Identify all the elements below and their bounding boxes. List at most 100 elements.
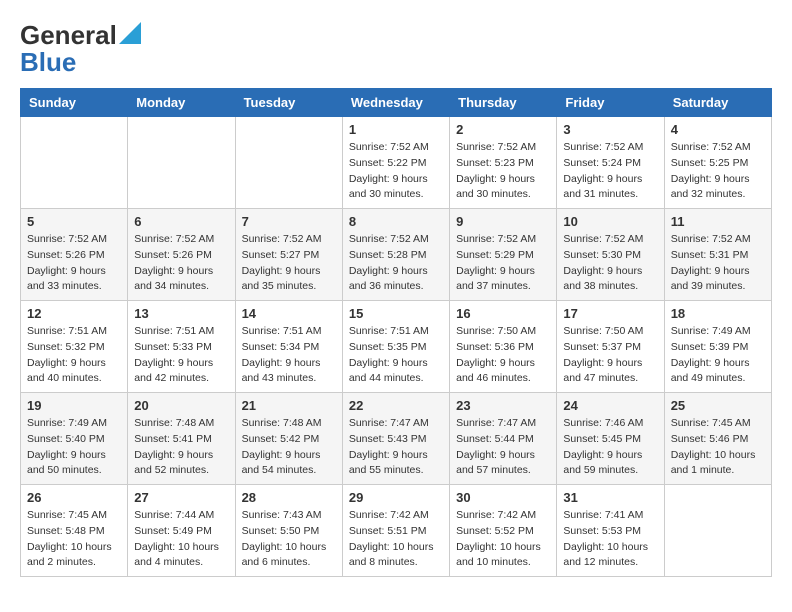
cell-content: Sunrise: 7:46 AMSunset: 5:45 PMDaylight:… [563,416,657,479]
cell-content: Sunrise: 7:51 AMSunset: 5:33 PMDaylight:… [134,324,228,387]
calendar-cell: 26 Sunrise: 7:45 AMSunset: 5:48 PMDayligh… [21,485,128,577]
cell-content: Sunrise: 7:52 AMSunset: 5:27 PMDaylight:… [242,232,336,295]
day-number: 7 [242,214,336,229]
cell-content: Sunrise: 7:47 AMSunset: 5:43 PMDaylight:… [349,416,443,479]
day-number: 8 [349,214,443,229]
day-number: 19 [27,398,121,413]
calendar-cell: 14 Sunrise: 7:51 AMSunset: 5:34 PMDayligh… [235,301,342,393]
header-row: SundayMondayTuesdayWednesdayThursdayFrid… [21,89,772,117]
cell-content: Sunrise: 7:50 AMSunset: 5:37 PMDaylight:… [563,324,657,387]
day-number: 4 [671,122,765,137]
calendar-cell [235,117,342,209]
calendar-week-row: 19 Sunrise: 7:49 AMSunset: 5:40 PMDayligh… [21,393,772,485]
cell-content: Sunrise: 7:47 AMSunset: 5:44 PMDaylight:… [456,416,550,479]
calendar-cell: 10Sunrise: 7:52 AMSunset: 5:30 PMDayligh… [557,209,664,301]
page-header: General Blue [20,20,772,78]
calendar-cell: 5Sunrise: 7:52 AMSunset: 5:26 PMDaylight… [21,209,128,301]
day-number: 31 [563,490,657,505]
cell-content: Sunrise: 7:45 AMSunset: 5:46 PMDaylight:… [671,416,765,479]
calendar-cell: 21 Sunrise: 7:48 AMSunset: 5:42 PMDayligh… [235,393,342,485]
logo-icon [119,22,141,44]
day-number: 13 [134,306,228,321]
day-number: 26 [27,490,121,505]
cell-content: Sunrise: 7:45 AMSunset: 5:48 PMDaylight:… [27,508,121,571]
weekday-header: Wednesday [342,89,449,117]
calendar-cell: 23Sunrise: 7:47 AMSunset: 5:44 PMDayligh… [450,393,557,485]
calendar-week-row: 12 Sunrise: 7:51 AMSunset: 5:32 PMDayligh… [21,301,772,393]
day-number: 28 [242,490,336,505]
logo-blue: Blue [20,47,76,78]
calendar-cell: 30 Sunrise: 7:42 AMSunset: 5:52 PMDayligh… [450,485,557,577]
cell-content: Sunrise: 7:51 AMSunset: 5:34 PMDaylight:… [242,324,336,387]
day-number: 15 [349,306,443,321]
day-number: 14 [242,306,336,321]
cell-content: Sunrise: 7:48 AMSunset: 5:41 PMDaylight:… [134,416,228,479]
cell-content: Sunrise: 7:51 AMSunset: 5:35 PMDaylight:… [349,324,443,387]
calendar-cell: 13 Sunrise: 7:51 AMSunset: 5:33 PMDayligh… [128,301,235,393]
calendar-cell: 22 Sunrise: 7:47 AMSunset: 5:43 PMDayligh… [342,393,449,485]
calendar-cell: 20 Sunrise: 7:48 AMSunset: 5:41 PMDayligh… [128,393,235,485]
cell-content: Sunrise: 7:49 AMSunset: 5:40 PMDaylight:… [27,416,121,479]
cell-content: Sunrise: 7:51 AMSunset: 5:32 PMDaylight:… [27,324,121,387]
calendar-cell: 17 Sunrise: 7:50 AMSunset: 5:37 PMDayligh… [557,301,664,393]
day-number: 29 [349,490,443,505]
calendar-cell: 2 Sunrise: 7:52 AMSunset: 5:23 PMDaylight… [450,117,557,209]
calendar-cell: 6 Sunrise: 7:52 AMSunset: 5:26 PMDaylight… [128,209,235,301]
cell-content: Sunrise: 7:43 AMSunset: 5:50 PMDaylight:… [242,508,336,571]
calendar-cell: 19 Sunrise: 7:49 AMSunset: 5:40 PMDayligh… [21,393,128,485]
calendar-week-row: 1 Sunrise: 7:52 AMSunset: 5:22 PMDaylight… [21,117,772,209]
day-number: 16 [456,306,550,321]
calendar-cell: 25 Sunrise: 7:45 AMSunset: 5:46 PMDayligh… [664,393,771,485]
calendar-cell: 8Sunrise: 7:52 AMSunset: 5:28 PMDaylight… [342,209,449,301]
day-number: 24 [563,398,657,413]
cell-content: Sunrise: 7:42 AMSunset: 5:51 PMDaylight:… [349,508,443,571]
day-number: 3 [563,122,657,137]
calendar-cell: 18Sunrise: 7:49 AMSunset: 5:39 PMDayligh… [664,301,771,393]
calendar-cell: 11 Sunrise: 7:52 AMSunset: 5:31 PMDayligh… [664,209,771,301]
calendar-cell: 7 Sunrise: 7:52 AMSunset: 5:27 PMDaylight… [235,209,342,301]
weekday-header: Saturday [664,89,771,117]
day-number: 10 [563,214,657,229]
calendar-cell: 12 Sunrise: 7:51 AMSunset: 5:32 PMDayligh… [21,301,128,393]
day-number: 20 [134,398,228,413]
day-number: 22 [349,398,443,413]
day-number: 1 [349,122,443,137]
calendar-cell: 29 Sunrise: 7:42 AMSunset: 5:51 PMDayligh… [342,485,449,577]
calendar-cell: 9Sunrise: 7:52 AMSunset: 5:29 PMDaylight… [450,209,557,301]
weekday-header: Tuesday [235,89,342,117]
cell-content: Sunrise: 7:52 AMSunset: 5:26 PMDaylight:… [134,232,228,295]
calendar-cell [128,117,235,209]
calendar-cell: 16 Sunrise: 7:50 AMSunset: 5:36 PMDayligh… [450,301,557,393]
day-number: 30 [456,490,550,505]
day-number: 17 [563,306,657,321]
calendar-cell [664,485,771,577]
cell-content: Sunrise: 7:52 AMSunset: 5:22 PMDaylight:… [349,140,443,203]
day-number: 12 [27,306,121,321]
day-number: 9 [456,214,550,229]
cell-content: Sunrise: 7:48 AMSunset: 5:42 PMDaylight:… [242,416,336,479]
day-number: 27 [134,490,228,505]
day-number: 21 [242,398,336,413]
calendar-cell: 1 Sunrise: 7:52 AMSunset: 5:22 PMDaylight… [342,117,449,209]
cell-content: Sunrise: 7:52 AMSunset: 5:26 PMDaylight:… [27,232,121,295]
day-number: 18 [671,306,765,321]
weekday-header: Sunday [21,89,128,117]
calendar-cell: 15 Sunrise: 7:51 AMSunset: 5:35 PMDayligh… [342,301,449,393]
day-number: 11 [671,214,765,229]
calendar-cell: 31 Sunrise: 7:41 AMSunset: 5:53 PMDayligh… [557,485,664,577]
cell-content: Sunrise: 7:50 AMSunset: 5:36 PMDaylight:… [456,324,550,387]
cell-content: Sunrise: 7:52 AMSunset: 5:23 PMDaylight:… [456,140,550,203]
cell-content: Sunrise: 7:52 AMSunset: 5:31 PMDaylight:… [671,232,765,295]
day-number: 6 [134,214,228,229]
calendar-table: SundayMondayTuesdayWednesdayThursdayFrid… [20,88,772,577]
cell-content: Sunrise: 7:42 AMSunset: 5:52 PMDaylight:… [456,508,550,571]
calendar-cell: 3Sunrise: 7:52 AMSunset: 5:24 PMDaylight… [557,117,664,209]
day-number: 2 [456,122,550,137]
weekday-header: Monday [128,89,235,117]
logo: General Blue [20,20,141,78]
cell-content: Sunrise: 7:41 AMSunset: 5:53 PMDaylight:… [563,508,657,571]
calendar-cell: 24 Sunrise: 7:46 AMSunset: 5:45 PMDayligh… [557,393,664,485]
day-number: 25 [671,398,765,413]
calendar-cell: 28 Sunrise: 7:43 AMSunset: 5:50 PMDayligh… [235,485,342,577]
cell-content: Sunrise: 7:52 AMSunset: 5:25 PMDaylight:… [671,140,765,203]
